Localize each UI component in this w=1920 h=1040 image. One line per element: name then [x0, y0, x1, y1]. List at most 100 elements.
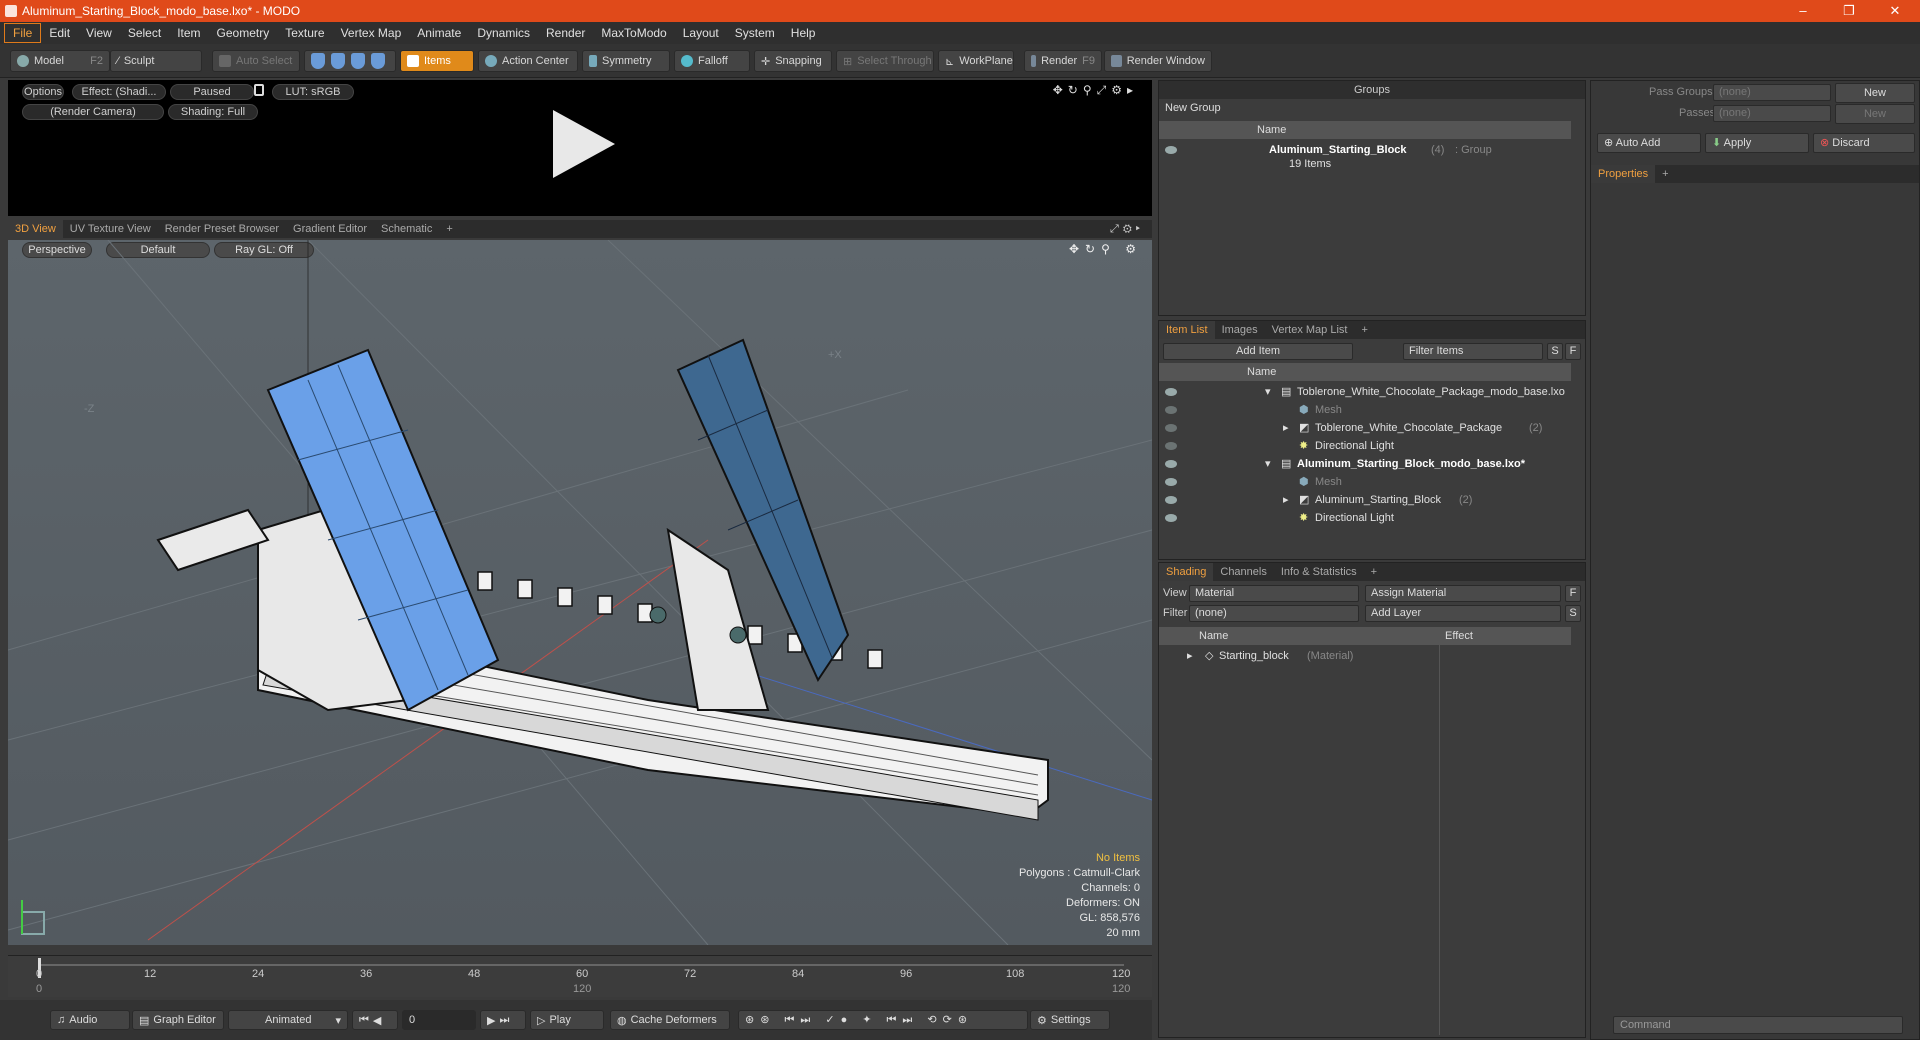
item-row-light[interactable]: ✸ Directional Light [1159, 509, 1571, 527]
tab-channels[interactable]: Channels [1213, 563, 1273, 581]
filter-s-button[interactable]: S [1547, 343, 1563, 360]
visibility-eye-icon[interactable] [1165, 478, 1177, 486]
shading-f-button[interactable]: F [1565, 585, 1581, 602]
tab-gradient-editor[interactable]: Gradient Editor [286, 220, 374, 238]
audio-button[interactable]: ♫ Audio [50, 1010, 130, 1030]
tab-uv-texture-view[interactable]: UV Texture View [63, 220, 158, 238]
tab-item-list[interactable]: Item List [1159, 321, 1215, 339]
item-row-scene[interactable]: ▾ ▤ Toblerone_White_Chocolate_Package_mo… [1159, 383, 1571, 401]
material-row[interactable]: ▸ ◇ Starting_block (Material) [1159, 647, 1571, 665]
menu-item[interactable]: Item [169, 24, 208, 42]
animated-dropdown[interactable]: Animated ▾ [228, 1010, 348, 1030]
passes-dropdown[interactable]: (none) [1713, 105, 1831, 122]
preview-lut-dropdown[interactable]: LUT: sRGB [272, 84, 354, 100]
visibility-eye-icon[interactable] [1165, 460, 1177, 468]
cache-deformers-button[interactable]: ◍ Cache Deformers [610, 1010, 730, 1030]
expand-arrow-icon[interactable]: ▸ [1283, 419, 1289, 437]
tab-shading[interactable]: Shading [1159, 563, 1214, 581]
new-pass-group-button[interactable]: New [1835, 83, 1915, 103]
tab-3d-view[interactable]: 3D View [8, 220, 63, 238]
apply-button[interactable]: ⬇ Apply [1705, 133, 1809, 153]
filter-items-field[interactable]: Filter Items [1403, 343, 1543, 360]
render-button[interactable]: Render F9 [1024, 50, 1102, 72]
menu-system[interactable]: System [727, 24, 783, 42]
menu-geometry[interactable]: Geometry [209, 24, 278, 42]
sculpt-mode-button[interactable]: ⁄ Sculpt [110, 50, 202, 72]
shading-view-dropdown[interactable]: Material [1189, 585, 1359, 602]
tab-images[interactable]: Images [1215, 321, 1265, 339]
menu-animate[interactable]: Animate [409, 24, 469, 42]
lock-icon[interactable] [254, 84, 264, 96]
key-tools-group[interactable]: ⊛⊛ ⏮⏭ ✓● ✦ ⏮⏭ ⟲⟳⊛ [738, 1010, 1028, 1030]
3d-viewport[interactable]: Perspective Default Ray GL: Off ✥↻⚲ ⚙ +X… [8, 240, 1152, 945]
pass-groups-dropdown[interactable]: (none) [1713, 84, 1831, 101]
assign-material-dropdown[interactable]: Assign Material [1365, 585, 1561, 602]
render-preview[interactable]: Options Effect: (Shadi... Paused LUT: sR… [8, 80, 1152, 216]
visibility-eye-icon[interactable] [1165, 406, 1177, 414]
menu-view[interactable]: View [78, 24, 120, 42]
preview-nav-icons[interactable]: ✥↻⚲⤢⚙▸ [1053, 83, 1138, 98]
tab-properties[interactable]: Properties [1591, 165, 1656, 183]
expand-arrow-icon[interactable]: ▸ [1187, 647, 1193, 665]
vertices-mode-icon[interactable] [311, 53, 325, 69]
menu-file[interactable]: File [4, 23, 42, 43]
graph-editor-button[interactable]: ▤ Graph Editor [132, 1010, 224, 1030]
group-row[interactable]: Aluminum_Starting_Block (4) : Group [1159, 141, 1571, 159]
discard-button[interactable]: ⊗ Discard [1813, 133, 1915, 153]
edges-mode-icon[interactable] [331, 53, 345, 69]
skip-back-buttons[interactable]: ⏮ ◀ [352, 1010, 398, 1030]
item-row-scene[interactable]: ▾ ▤ Aluminum_Starting_Block_modo_base.lx… [1159, 455, 1571, 473]
menu-select[interactable]: Select [120, 24, 169, 42]
render-window-button[interactable]: Render Window [1104, 50, 1212, 72]
add-properties-tab[interactable]: + [1655, 165, 1675, 183]
add-tab-button[interactable]: + [439, 220, 459, 238]
play-button[interactable]: ▷ Play [530, 1010, 604, 1030]
item-row-mesh[interactable]: ⬢ Mesh [1159, 473, 1571, 491]
visibility-eye-icon[interactable] [1165, 424, 1177, 432]
viewport-tab-options-icons[interactable]: ⤢⚙▸ [1110, 223, 1144, 236]
visibility-eye-icon[interactable] [1165, 496, 1177, 504]
timeline[interactable]: 0 12 24 36 48 60 72 84 96 108 120 0 120 … [8, 955, 1152, 997]
add-shading-tab[interactable]: + [1364, 563, 1384, 581]
model-mode-button[interactable]: Model F2 [10, 50, 110, 72]
item-row-mesh[interactable]: ⬢ Mesh [1159, 401, 1571, 419]
tab-vertex-map-list[interactable]: Vertex Map List [1265, 321, 1355, 339]
preview-shading-dropdown[interactable]: Shading: Full [168, 104, 258, 120]
auto-add-button[interactable]: ⊕ Auto Add [1597, 133, 1701, 153]
materials-mode-icon[interactable] [371, 53, 385, 69]
new-pass-button[interactable]: New [1835, 104, 1915, 124]
maximize-button[interactable]: ❐ [1826, 0, 1872, 22]
new-group-button[interactable]: New Group [1159, 101, 1239, 117]
select-through-button[interactable]: ⊞ Select Through [836, 50, 934, 72]
expand-arrow-icon[interactable]: ▸ [1283, 491, 1289, 509]
shading-s-button[interactable]: S [1565, 605, 1581, 622]
preview-camera-dropdown[interactable]: (Render Camera) [22, 104, 164, 120]
action-center-button[interactable]: Action Center [478, 50, 578, 72]
polygons-mode-icon[interactable] [351, 53, 365, 69]
tab-schematic[interactable]: Schematic [374, 220, 439, 238]
tab-info-statistics[interactable]: Info & Statistics [1274, 563, 1364, 581]
play-preview-icon[interactable] [553, 110, 615, 178]
preview-effect-dropdown[interactable]: Effect: (Shadi... [72, 84, 166, 100]
menu-texture[interactable]: Texture [277, 24, 332, 42]
add-itemlist-tab[interactable]: + [1354, 321, 1374, 339]
settings-button[interactable]: ⚙ Settings [1030, 1010, 1110, 1030]
menu-vertex-map[interactable]: Vertex Map [333, 24, 410, 42]
step-forward-buttons[interactable]: ▶ ⏭ [480, 1010, 526, 1030]
workplane-button[interactable]: ⊾ WorkPlane [938, 50, 1014, 72]
visibility-eye-icon[interactable] [1165, 146, 1177, 154]
close-button[interactable]: ✕ [1872, 0, 1918, 22]
menu-dynamics[interactable]: Dynamics [469, 24, 538, 42]
menu-edit[interactable]: Edit [41, 24, 78, 42]
falloff-button[interactable]: Falloff [674, 50, 750, 72]
frame-field[interactable]: 0 [402, 1010, 476, 1030]
expand-arrow-icon[interactable]: ▾ [1265, 383, 1271, 401]
menu-layout[interactable]: Layout [675, 24, 727, 42]
symmetry-button[interactable]: Symmetry [582, 50, 670, 72]
command-input[interactable]: Command [1613, 1016, 1903, 1034]
menu-help[interactable]: Help [783, 24, 824, 42]
visibility-eye-icon[interactable] [1165, 388, 1177, 396]
add-item-dropdown[interactable]: Add Item [1163, 343, 1353, 360]
item-row-group[interactable]: ▸ ◩ Toblerone_White_Chocolate_Package (2… [1159, 419, 1571, 437]
item-row-light[interactable]: ✸ Directional Light [1159, 437, 1571, 455]
